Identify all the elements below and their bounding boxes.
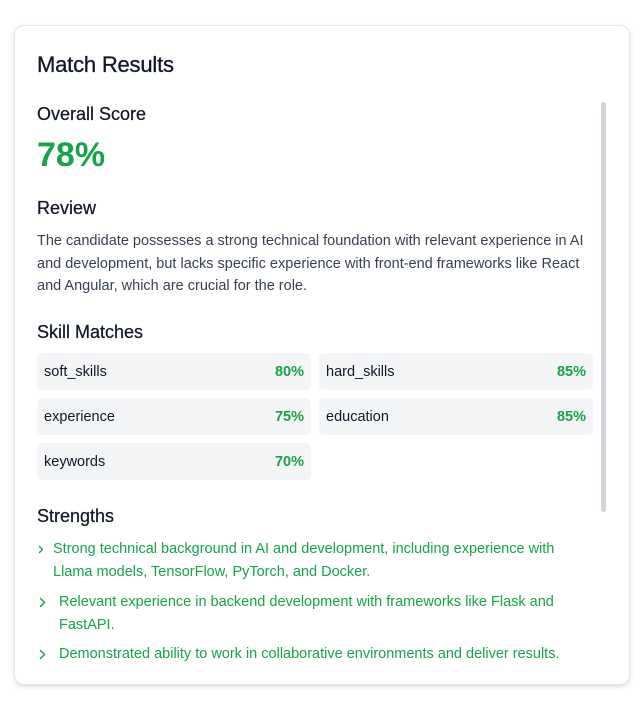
overall-score-value: 78% — [37, 136, 106, 174]
scrollbar-thumb[interactable] — [601, 102, 606, 512]
skill-matches-heading: Skill Matches — [37, 322, 144, 342]
skill-name: experience — [44, 408, 115, 425]
strength-text: Strong technical background in AI and de… — [53, 541, 555, 580]
strength-item: Strong technical background in AI and de… — [37, 538, 597, 583]
results-scroll-area[interactable]: Overall Score 78% Review The candidate p… — [37, 102, 603, 684]
skill-percent: 75% — [274, 408, 304, 425]
review-text: The candidate possesses a strong technic… — [37, 233, 584, 294]
strength-item: Demonstrated ability to work in collabor… — [37, 643, 597, 673]
card-title: Match Results — [37, 52, 174, 77]
skill-match-hard-skills: hard_skills 85% — [319, 353, 593, 390]
strength-item: Relevant experience in backend developme… — [37, 591, 597, 636]
skill-match-keywords: keywords 70% — [37, 443, 311, 480]
skill-percent: 85% — [556, 363, 586, 380]
skill-match-experience: experience 75% — [37, 398, 311, 435]
strengths-heading: Strengths — [37, 506, 115, 526]
chevron-right-icon — [37, 538, 53, 568]
overall-score-heading: Overall Score — [37, 104, 147, 124]
review-heading: Review — [37, 198, 97, 218]
match-results-card: Match Results Overall Score 78% Review T… — [14, 25, 630, 685]
skill-percent: 80% — [274, 363, 304, 380]
scrollbar[interactable] — [601, 102, 607, 512]
skill-match-soft-skills: soft_skills 80% — [37, 353, 311, 390]
chevron-right-icon — [37, 643, 59, 673]
strength-text: Demonstrated ability to work in collabor… — [59, 646, 560, 662]
skill-percent: 70% — [274, 453, 304, 470]
skill-name: keywords — [44, 453, 106, 470]
skill-match-education: education 85% — [319, 398, 593, 435]
skill-percent: 85% — [556, 408, 586, 425]
skill-name: education — [326, 408, 389, 425]
skill-name: soft_skills — [44, 363, 107, 380]
skill-name: hard_skills — [326, 363, 395, 380]
chevron-right-icon — [37, 591, 59, 621]
strength-text: Relevant experience in backend developme… — [59, 594, 554, 633]
